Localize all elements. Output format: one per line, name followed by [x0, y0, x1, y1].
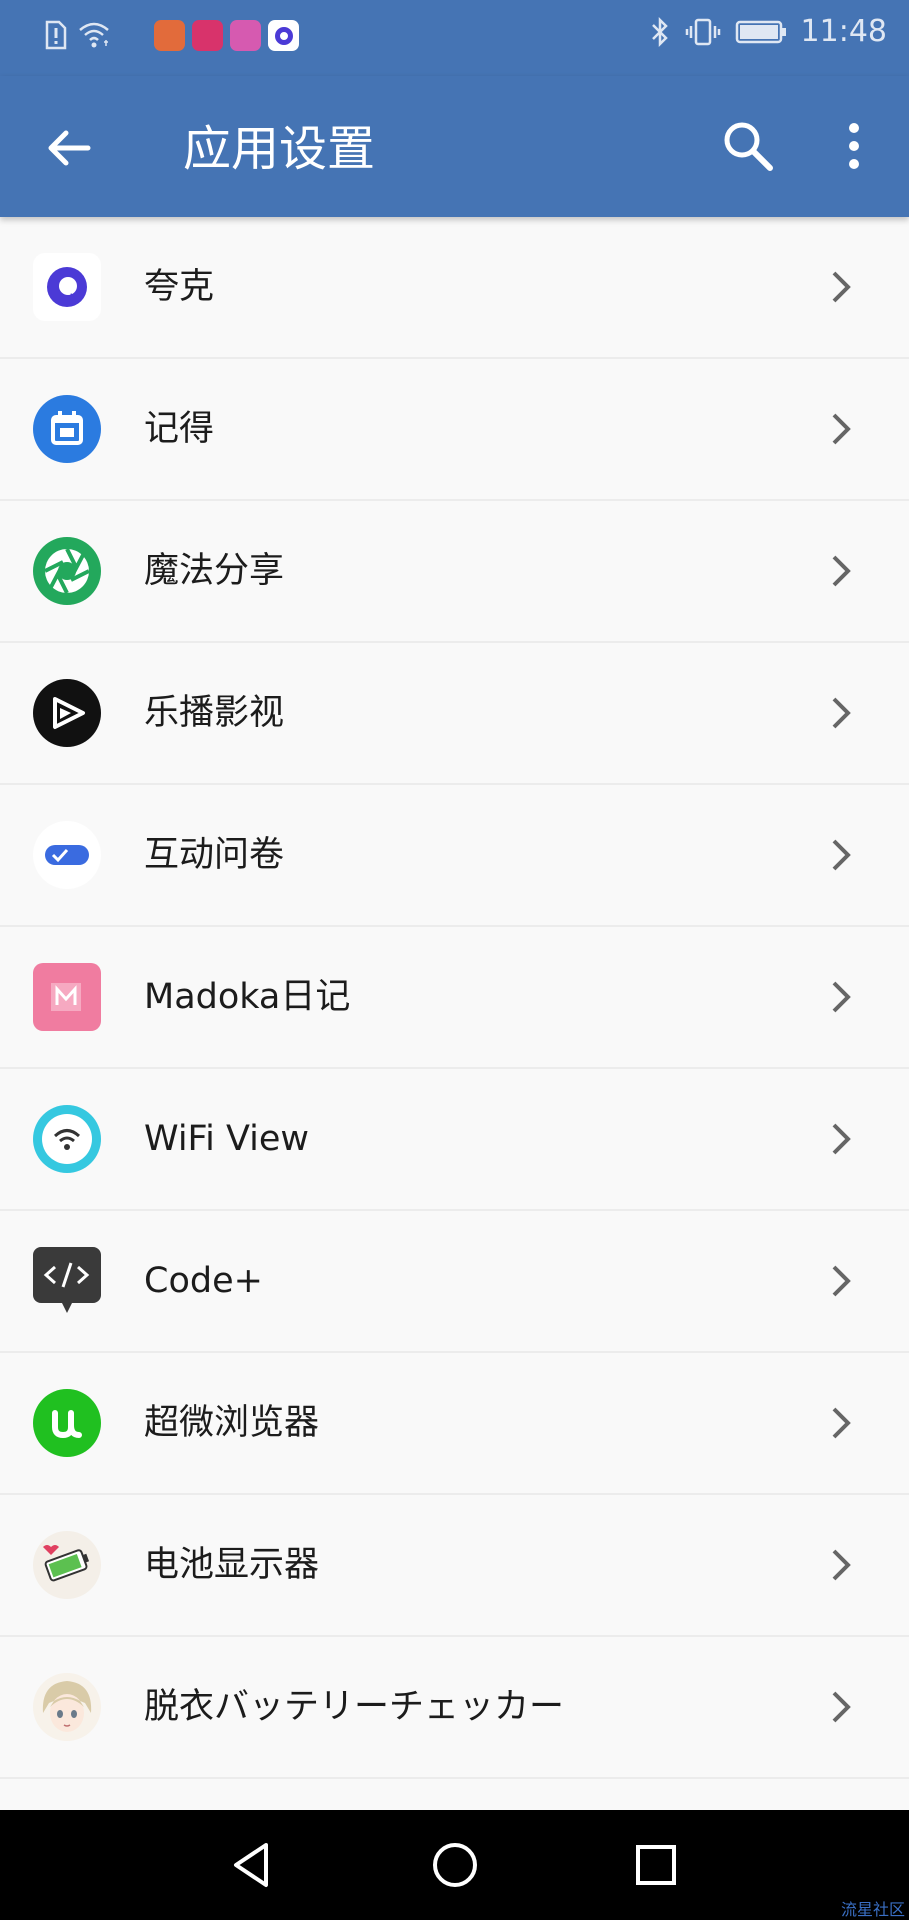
checkbox-toggle-icon	[33, 821, 101, 889]
vibrate-icon	[685, 18, 720, 45]
app-label: Code+	[144, 1261, 263, 1301]
notification-app-icons	[154, 20, 299, 51]
chevron-right-icon	[832, 839, 851, 871]
app-label: 脱衣バッテリーチェッカー	[144, 1687, 565, 1727]
chevron-right-icon	[832, 271, 851, 303]
nav-recents-icon[interactable]	[626, 1835, 686, 1895]
app-label: 魔法分享	[144, 551, 285, 591]
chevron-right-icon	[832, 1691, 851, 1723]
list-item-wifi-view[interactable]: WiFi View	[0, 1069, 909, 1211]
status-left-icons	[44, 20, 114, 50]
list-item-quark[interactable]: 夸克	[0, 217, 909, 359]
nav-back-icon[interactable]	[222, 1835, 282, 1895]
app-label: WiFi View	[144, 1119, 310, 1159]
app-label: 互动问卷	[144, 835, 285, 875]
app-label: 记得	[144, 409, 215, 449]
app-label: 乐播影视	[144, 693, 285, 733]
app-list: 夸克 记得 魔法分享 乐播影视 互动问卷 Madoka日记 WiFi View …	[0, 217, 909, 1810]
bluetooth-icon	[651, 16, 668, 47]
app-label: Madoka日记	[144, 977, 351, 1017]
list-item-code-plus[interactable]: Code+	[0, 1211, 909, 1353]
quark-icon	[33, 253, 101, 321]
calendar-icon	[33, 395, 101, 463]
list-item-battery-display[interactable]: 电池显示器	[0, 1495, 909, 1637]
page-title: 应用设置	[183, 121, 376, 177]
sim-alert-icon	[45, 20, 67, 50]
chevron-right-icon	[832, 1123, 851, 1155]
chevron-right-icon	[832, 1407, 851, 1439]
app-label: 夸克	[144, 267, 215, 307]
app-label: 超微浏览器	[144, 1403, 320, 1443]
cartoon-app-icon	[230, 20, 261, 51]
status-bar: 11:48	[0, 0, 909, 76]
list-item-madoka[interactable]: Madoka日记	[0, 927, 909, 1069]
search-icon[interactable]	[718, 116, 778, 176]
watermark: 流星社区	[840, 1900, 905, 1919]
code-bubble-icon	[33, 1247, 101, 1313]
quark-notification-icon	[268, 20, 299, 51]
list-item-survey[interactable]: 互动问卷	[0, 785, 909, 927]
list-item-magic-share[interactable]: 魔法分享	[0, 501, 909, 643]
uc-browser-icon	[154, 20, 185, 51]
app-label: 电池显示器	[144, 1545, 320, 1585]
aperture-icon	[33, 537, 101, 605]
list-item-jide[interactable]: 记得	[0, 359, 909, 501]
chevron-right-icon	[832, 981, 851, 1013]
play-icon	[33, 679, 101, 747]
madoka-icon	[33, 963, 101, 1031]
battery-sticker-icon	[33, 1531, 101, 1599]
arrow-left-icon[interactable]	[40, 118, 100, 178]
mall-icon	[192, 20, 223, 51]
app-bar: 应用设置	[0, 76, 909, 217]
more-vert-icon[interactable]	[836, 116, 872, 176]
u-browser-icon	[33, 1389, 101, 1457]
navigation-bar: 流星社区	[0, 1810, 909, 1920]
anime-girl-icon	[33, 1673, 101, 1741]
chevron-right-icon	[832, 1265, 851, 1297]
status-right: 11:48	[649, 14, 887, 49]
chevron-right-icon	[832, 413, 851, 445]
wifi-icon	[33, 1105, 101, 1173]
status-time: 11:48	[800, 14, 887, 49]
list-item-partial[interactable]	[0, 1779, 909, 1810]
wifi-status-icon	[79, 22, 109, 48]
battery-icon	[735, 20, 786, 43]
chevron-right-icon	[832, 555, 851, 587]
nav-home-icon[interactable]	[425, 1835, 485, 1895]
list-item-chaowei-browser[interactable]: 超微浏览器	[0, 1353, 909, 1495]
list-item-lebo[interactable]: 乐播影视	[0, 643, 909, 785]
chevron-right-icon	[832, 697, 851, 729]
list-item-battery-checker[interactable]: 脱衣バッテリーチェッカー	[0, 1637, 909, 1779]
chevron-right-icon	[832, 1549, 851, 1581]
